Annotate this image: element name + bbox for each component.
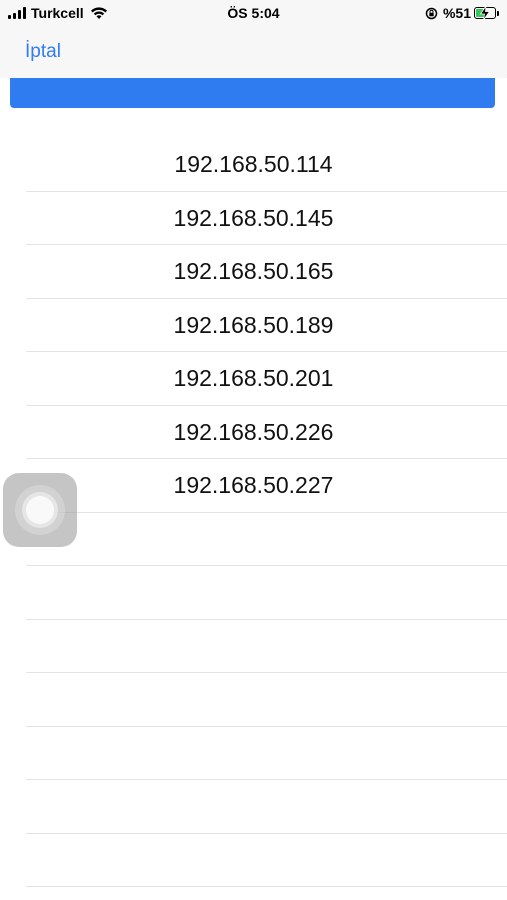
ip-list-item[interactable]: 192.168.50.201	[0, 352, 507, 406]
assistive-touch-button[interactable]	[3, 473, 77, 547]
ip-list-item[interactable]: 192.168.50.165	[0, 245, 507, 299]
ip-address: 192.168.50.226	[173, 418, 334, 445]
assistive-touch-icon	[26, 496, 54, 524]
navigation-bar: İptal	[0, 28, 507, 78]
cancel-button[interactable]: İptal	[25, 41, 61, 63]
empty-list-row	[0, 673, 507, 727]
ip-list-item[interactable]: 192.168.50.226	[0, 406, 507, 459]
empty-list-row	[0, 834, 507, 887]
battery-tip	[497, 10, 499, 16]
charging-bolt-icon	[479, 6, 491, 20]
ip-address: 192.168.50.165	[173, 258, 334, 284]
ip-address: 192.168.50.145	[173, 204, 334, 231]
empty-list-row	[0, 780, 507, 834]
ip-list-item[interactable]: 192.168.50.189	[0, 299, 507, 352]
empty-list-row	[0, 727, 507, 780]
battery-percent: %51	[442, 5, 471, 21]
ip-address: 192.168.50.189	[173, 311, 334, 338]
status-right: %51	[425, 5, 499, 21]
empty-list-row	[0, 566, 507, 620]
ip-address: 192.168.50.201	[173, 365, 334, 391]
header-band	[10, 78, 495, 108]
empty-list-row	[0, 620, 507, 673]
row-separator	[26, 886, 507, 887]
ip-address: 192.168.50.114	[174, 151, 333, 177]
ip-list-item[interactable]: 192.168.50.114	[0, 138, 507, 192]
orientation-lock-icon	[425, 7, 438, 19]
ip-list-item[interactable]: 192.168.50.145	[0, 192, 507, 245]
status-bar: Turkcell ÖS 5:04 %51	[0, 0, 507, 28]
battery-icon	[474, 6, 496, 20]
